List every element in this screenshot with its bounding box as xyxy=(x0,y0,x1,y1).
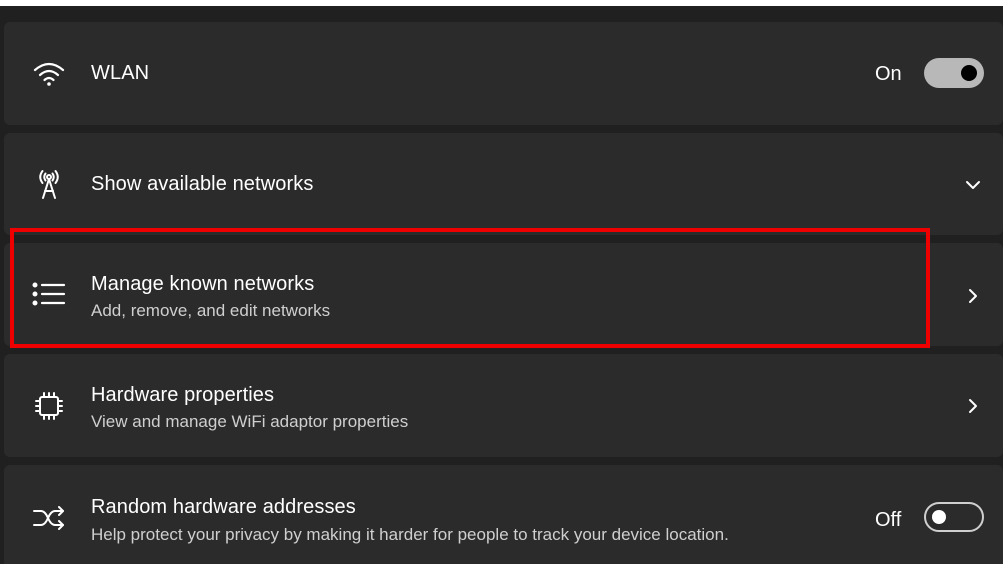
top-edge xyxy=(0,0,1003,6)
show-available-networks[interactable]: Show available networks xyxy=(4,133,1003,235)
wlan-state-label: On xyxy=(875,63,902,85)
chevron-right-icon xyxy=(969,289,977,303)
antenna-icon xyxy=(32,167,66,201)
random-hardware-addresses[interactable]: Random hardware addresses Help protect y… xyxy=(4,465,1003,564)
wifi-icon xyxy=(32,57,66,91)
known-networks-title: Manage known networks xyxy=(91,273,315,295)
chip-icon xyxy=(32,389,66,423)
known-networks-subtitle: Add, remove, and edit networks xyxy=(91,301,331,320)
hardware-properties-subtitle: View and manage WiFi adaptor properties xyxy=(91,412,409,431)
manage-known-networks[interactable]: Manage known networks Add, remove, and e… xyxy=(4,243,1003,346)
shuffle-icon xyxy=(32,501,66,535)
toggle-knob xyxy=(961,65,977,81)
random-addresses-toggle[interactable] xyxy=(924,502,984,532)
random-addresses-subtitle: Help protect your privacy by making it h… xyxy=(91,525,729,544)
wlan-setting[interactable]: WLAN On xyxy=(4,22,1003,125)
chevron-right-icon xyxy=(969,399,977,413)
hardware-properties-title: Hardware properties xyxy=(91,384,275,406)
list-icon xyxy=(32,277,66,311)
hardware-properties[interactable]: Hardware properties View and manage WiFi… xyxy=(4,354,1003,457)
wlan-toggle[interactable] xyxy=(924,58,984,88)
toggle-knob xyxy=(932,510,946,524)
random-addresses-title: Random hardware addresses xyxy=(91,496,356,518)
random-addresses-state-label: Off xyxy=(875,509,902,531)
available-networks-title: Show available networks xyxy=(91,173,314,195)
wlan-title: WLAN xyxy=(91,62,150,84)
chevron-down-icon[interactable] xyxy=(963,175,983,195)
